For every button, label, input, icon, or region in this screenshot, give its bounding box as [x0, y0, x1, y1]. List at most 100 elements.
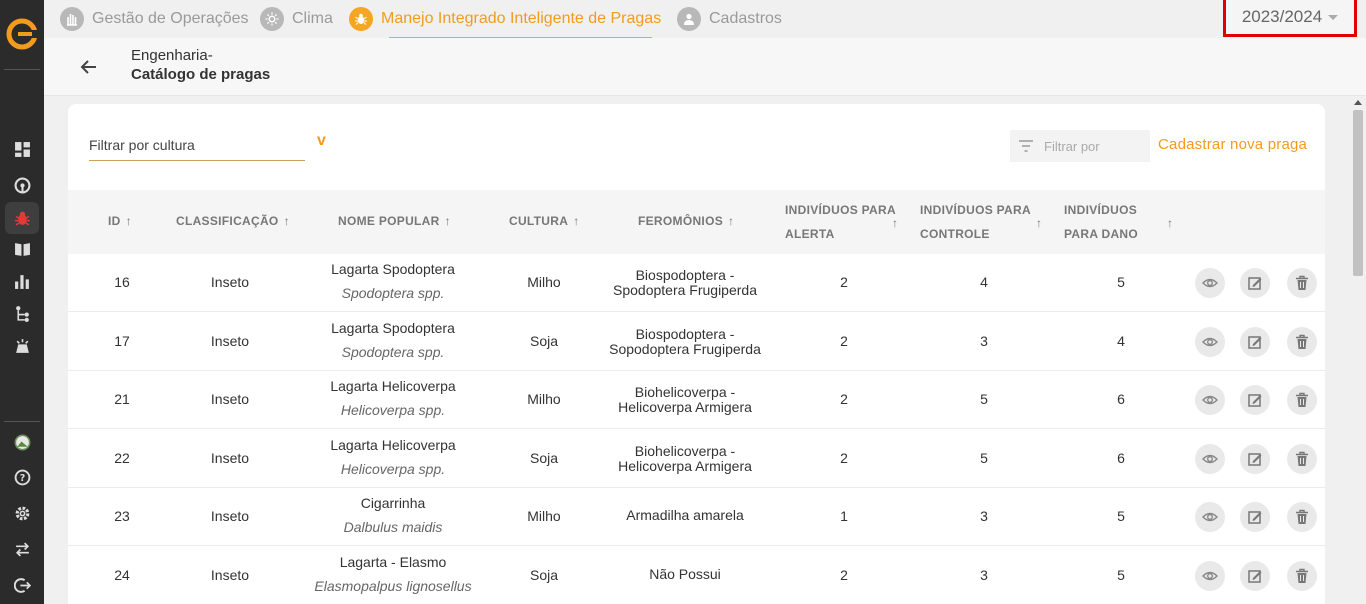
- delete-button[interactable]: [1287, 326, 1317, 357]
- column-header-id[interactable]: ID ↑: [108, 214, 132, 228]
- pheromone-line-1: Armadilha amarela: [626, 507, 744, 524]
- pheromone-line-1: Biospodoptera -: [635, 267, 735, 283]
- edit-icon: [1248, 335, 1262, 349]
- add-pest-button[interactable]: Cadastrar nova praga: [1158, 136, 1307, 153]
- delete-button[interactable]: [1287, 502, 1317, 533]
- table-row[interactable]: 21 Inseto Lagarta Helicoverpa Helicoverp…: [68, 371, 1325, 430]
- table-row[interactable]: 17 Inseto Lagarta Spodoptera Spodoptera …: [68, 313, 1325, 371]
- sort-arrow-icon[interactable]: ↑: [1036, 216, 1042, 230]
- table-row[interactable]: 16 Inseto Lagarta Spodoptera Spodoptera …: [68, 254, 1325, 312]
- edit-button[interactable]: [1240, 561, 1270, 591]
- column-header-nome[interactable]: NOME POPULAR ↑: [338, 214, 451, 228]
- delete-button[interactable]: [1287, 443, 1317, 474]
- popular-name: Lagarta Spodoptera: [331, 319, 455, 336]
- edit-button[interactable]: [1240, 268, 1270, 298]
- pheromone-line-2: Sopodoptera Frugiperda: [609, 340, 761, 357]
- cell-classificacao: Inseto: [210, 391, 250, 408]
- column-header-cultura[interactable]: CULTURA ↑: [509, 214, 580, 228]
- cell-nome: Lagarta Helicoverpa Helicoverpa spp.: [303, 436, 483, 477]
- edit-button[interactable]: [1240, 385, 1270, 416]
- cell-nome: Lagarta Spodoptera Spodoptera spp.: [303, 262, 483, 301]
- cell-alerta: 1: [840, 508, 848, 525]
- sort-arrow-icon[interactable]: ↑: [892, 216, 898, 230]
- column-header-classificacao[interactable]: CLASSIFICAÇÃO ↑: [176, 214, 290, 228]
- tab-cadastros[interactable]: Cadastros: [677, 0, 782, 38]
- search-filter-input[interactable]: Filtrar por: [1010, 130, 1150, 162]
- view-button[interactable]: [1195, 326, 1225, 357]
- avatar[interactable]: [12, 432, 32, 452]
- edit-button[interactable]: [1240, 326, 1270, 357]
- cell-nome: Cigarrinha Dalbulus maidis: [303, 496, 483, 535]
- view-button[interactable]: [1195, 443, 1225, 474]
- column-header-controle[interactable]: INDIVÍDUOS PARA CONTROLE: [920, 198, 1031, 246]
- cell-controle: 3: [980, 332, 988, 349]
- pheromone-line-2: Spodoptera Frugiperda: [613, 282, 757, 298]
- chevron-down-icon[interactable]: v: [317, 132, 326, 150]
- cell-id: 23: [114, 508, 130, 525]
- header-label: INDIVÍDUOS PARA: [920, 203, 1031, 217]
- cell-controle: 5: [980, 391, 988, 408]
- table-row[interactable]: 24 Inseto Lagarta - Elasmo Elasmopalpus …: [68, 547, 1325, 604]
- delete-button[interactable]: [1287, 268, 1317, 298]
- back-arrow-icon[interactable]: [78, 56, 100, 78]
- cell-alerta: 2: [840, 567, 848, 583]
- gear-icon[interactable]: [12, 503, 32, 523]
- company-logo[interactable]: [6, 18, 38, 50]
- eye-icon: [1202, 571, 1218, 581]
- trap-icon[interactable]: [12, 336, 32, 356]
- popular-name: Lagarta Helicoverpa: [330, 436, 456, 453]
- column-header-feromonios[interactable]: FEROMÔNIOS ↑: [638, 214, 734, 228]
- view-button[interactable]: [1195, 268, 1225, 298]
- column-header-dano[interactable]: INDIVÍDUOS PARA DANO: [1064, 198, 1138, 246]
- delete-button[interactable]: [1287, 561, 1317, 591]
- tab-gestao-operacoes[interactable]: Gestão de Operações: [60, 0, 249, 38]
- cell-id: 24: [114, 567, 130, 583]
- culture-filter-placeholder: Filtrar por cultura: [89, 137, 195, 153]
- sidebar: ?: [0, 0, 44, 604]
- view-button[interactable]: [1195, 502, 1225, 533]
- cell-dano: 5: [1117, 508, 1125, 525]
- scrollbar-thumb[interactable]: [1353, 110, 1363, 276]
- table-row[interactable]: 22 Inseto Lagarta Helicoverpa Helicoverp…: [68, 430, 1325, 488]
- header-label: CONTROLE: [920, 227, 990, 241]
- scroll-up-icon[interactable]: [1354, 100, 1362, 105]
- cell-classificacao: Inseto: [210, 332, 250, 349]
- delete-button[interactable]: [1287, 385, 1317, 416]
- column-header-alerta[interactable]: INDIVÍDUOS PARA ALERTA: [785, 198, 896, 246]
- cell-dano: 6: [1117, 391, 1125, 408]
- tab-manejo-pragas[interactable]: Manejo Integrado Inteligente de Pragas: [349, 0, 661, 38]
- view-button[interactable]: [1195, 561, 1225, 591]
- book-icon[interactable]: [12, 239, 32, 259]
- tree-icon[interactable]: [12, 303, 32, 323]
- tab-clima[interactable]: Clima: [260, 0, 333, 38]
- edit-button[interactable]: [1240, 443, 1270, 474]
- pheromone-line-1: Biohelicoverpa -: [634, 442, 736, 459]
- edit-button[interactable]: [1240, 502, 1270, 533]
- cell-feromonios: Biohelicoverpa - Helicoverpa Armigera: [595, 385, 775, 415]
- year-selector[interactable]: 2023/2024: [1223, 0, 1357, 37]
- scientific-name: Dalbulus maidis: [343, 519, 443, 536]
- view-button[interactable]: [1195, 385, 1225, 416]
- edit-icon: [1248, 394, 1262, 407]
- table-row[interactable]: 23 Inseto Cigarrinha Dalbulus maidis Mil…: [68, 488, 1325, 547]
- cell-cultura: Milho: [527, 391, 561, 408]
- edit-icon: [1248, 570, 1262, 583]
- logout-icon[interactable]: [12, 575, 32, 595]
- culture-filter-field[interactable]: Filtrar por cultura: [89, 137, 305, 161]
- edit-icon: [1248, 511, 1262, 525]
- tab-label: Manejo Integrado Inteligente de Pragas: [381, 10, 662, 27]
- trash-icon: [1296, 510, 1308, 525]
- cell-feromonios: Armadilha amarela: [595, 508, 775, 523]
- radar-icon[interactable]: [12, 175, 32, 195]
- swap-icon[interactable]: [12, 539, 32, 559]
- scrollbar[interactable]: [1350, 96, 1366, 604]
- bug-icon[interactable]: [12, 208, 32, 228]
- cell-alerta: 2: [840, 391, 848, 408]
- bar-chart-icon[interactable]: [12, 271, 32, 291]
- dashboard-icon[interactable]: [12, 139, 32, 159]
- tab-label: Gestão de Operações: [92, 10, 249, 27]
- eye-icon: [1202, 395, 1218, 405]
- cell-feromonios: Não Possui: [595, 567, 775, 582]
- help-icon[interactable]: ?: [12, 467, 32, 487]
- sort-arrow-icon[interactable]: ↑: [1167, 216, 1173, 230]
